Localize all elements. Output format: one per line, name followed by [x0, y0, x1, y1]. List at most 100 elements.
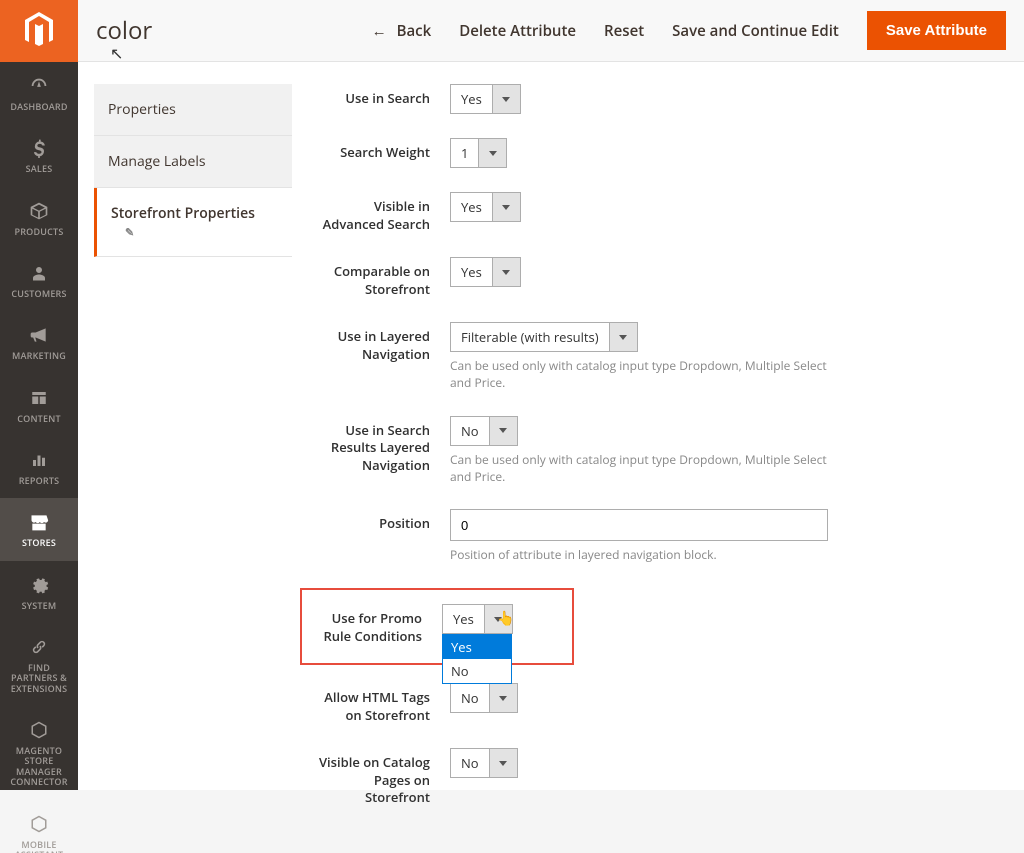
- nav-system[interactable]: SYSTEM: [0, 561, 78, 623]
- arrow-left-icon: ←: [372, 21, 387, 41]
- link-icon: [27, 635, 51, 659]
- select-value: No: [451, 749, 489, 777]
- dashboard-icon: [27, 74, 51, 98]
- field-label: Visible in Advanced Search: [310, 192, 450, 233]
- field-label: Visible on Catalog Pages on Storefront: [310, 748, 450, 807]
- field-label: Comparable on Storefront: [310, 257, 450, 298]
- nav-sales[interactable]: SALES: [0, 124, 78, 186]
- dropdown-toggle[interactable]: [492, 85, 520, 113]
- select-value: No: [451, 684, 489, 712]
- select-value: Yes: [451, 258, 492, 286]
- use-in-search-select[interactable]: Yes: [450, 84, 521, 114]
- tab-storefront-properties[interactable]: Storefront Properties ✎: [94, 188, 292, 257]
- nav-partners[interactable]: FIND PARTNERS & EXTENSIONS: [0, 623, 78, 706]
- dropdown-option-yes[interactable]: Yes: [443, 635, 511, 659]
- help-text: Can be used only with catalog input type…: [450, 358, 830, 392]
- nav-magento-connector[interactable]: MAGENTO STORE MANAGER CONNECTOR: [0, 706, 78, 799]
- dropdown-toggle[interactable]: [489, 417, 517, 445]
- search-layered-select[interactable]: No: [450, 416, 518, 446]
- select-value: Yes: [451, 85, 492, 113]
- nav-label: SALES: [26, 164, 53, 174]
- nav-label: STORES: [22, 538, 56, 548]
- bar-chart-icon: [27, 448, 51, 472]
- comparable-select[interactable]: Yes: [450, 257, 521, 287]
- nav-dashboard[interactable]: DASHBOARD: [0, 62, 78, 124]
- help-text: Can be used only with catalog input type…: [450, 452, 830, 486]
- field-label: Position: [310, 509, 450, 533]
- nav-products[interactable]: PRODUCTS: [0, 187, 78, 249]
- content-area: Properties Manage Labels Storefront Prop…: [78, 62, 1024, 853]
- back-button[interactable]: ← Back: [372, 21, 432, 41]
- tab-manage-labels[interactable]: Manage Labels: [94, 136, 292, 188]
- allow-html-select[interactable]: No: [450, 683, 518, 713]
- field-visible-advanced: Visible in Advanced Search Yes: [310, 192, 996, 233]
- nav-label: DASHBOARD: [10, 102, 67, 112]
- field-visible-catalog: Visible on Catalog Pages on Storefront N…: [310, 748, 996, 807]
- pencil-icon: ✎: [125, 225, 278, 240]
- promo-rule-highlight: Use for Promo Rule Conditions Yes 👆 Yes …: [300, 588, 574, 665]
- admin-sidebar: DASHBOARD SALES PRODUCTS CUSTOMERS MARKE…: [0, 0, 78, 790]
- header-actions: ← Back Delete Attribute Reset Save and C…: [372, 11, 1006, 50]
- store-icon: [27, 510, 51, 534]
- nav-label: CONTENT: [17, 414, 60, 424]
- select-value: Yes: [443, 605, 484, 633]
- select-value: Filterable (with results): [451, 323, 609, 351]
- box-icon: [27, 199, 51, 223]
- nav-label: REPORTS: [19, 476, 60, 486]
- magento-logo[interactable]: [0, 0, 78, 62]
- hexagon-icon: [27, 718, 51, 742]
- form-area: Use in Search Yes Search Weight 1: [310, 84, 1008, 831]
- delete-attribute-button[interactable]: Delete Attribute: [459, 21, 576, 41]
- field-label: Allow HTML Tags on Storefront: [310, 683, 450, 724]
- save-attribute-button[interactable]: Save Attribute: [867, 11, 1006, 50]
- megaphone-icon: [27, 323, 51, 347]
- reset-button[interactable]: Reset: [604, 21, 644, 41]
- nav-label: SYSTEM: [22, 601, 57, 611]
- layered-nav-select[interactable]: Filterable (with results): [450, 322, 638, 352]
- dropdown-toggle[interactable]: [492, 193, 520, 221]
- dropdown-toggle[interactable]: [492, 258, 520, 286]
- field-label: Use in Layered Navigation: [310, 322, 450, 363]
- field-search-weight: Search Weight 1: [310, 138, 996, 168]
- field-use-in-search: Use in Search Yes: [310, 84, 996, 114]
- field-comparable: Comparable on Storefront Yes: [310, 257, 996, 298]
- field-label: Search Weight: [310, 138, 450, 162]
- save-continue-button[interactable]: Save and Continue Edit: [672, 21, 839, 41]
- field-search-layered: Use in Search Results Layered Navigation…: [310, 416, 996, 486]
- nav-label: PRODUCTS: [15, 227, 64, 237]
- magento-logo-icon: [22, 12, 56, 50]
- nav-label: CUSTOMERS: [11, 289, 66, 299]
- dropdown-option-no[interactable]: No: [443, 659, 511, 683]
- nav-reports[interactable]: REPORTS: [0, 436, 78, 498]
- visible-catalog-select[interactable]: No: [450, 748, 518, 778]
- field-position: Position Position of attribute in layere…: [310, 509, 996, 564]
- select-value: Yes: [451, 193, 492, 221]
- tab-label: Storefront Properties: [111, 204, 255, 223]
- visible-advanced-select[interactable]: Yes: [450, 192, 521, 222]
- field-label: Use for Promo Rule Conditions: [312, 604, 442, 645]
- nav-marketing[interactable]: MARKETING: [0, 311, 78, 373]
- page-header: color ← Back Delete Attribute Reset Save…: [78, 0, 1024, 62]
- dropdown-toggle[interactable]: [484, 605, 512, 633]
- dropdown-toggle[interactable]: [609, 323, 637, 351]
- page-title: color: [96, 14, 152, 47]
- promo-rule-dropdown: Yes No: [442, 634, 512, 684]
- nav-label: MAGENTO STORE MANAGER CONNECTOR: [4, 746, 74, 787]
- dropdown-toggle[interactable]: [489, 749, 517, 777]
- nav-content[interactable]: CONTENT: [0, 374, 78, 436]
- help-text: Position of attribute in layered navigat…: [450, 547, 830, 564]
- tab-properties[interactable]: Properties: [94, 84, 292, 136]
- position-input[interactable]: [450, 509, 828, 541]
- field-allow-html: Allow HTML Tags on Storefront No: [310, 683, 996, 724]
- main-content: color ← Back Delete Attribute Reset Save…: [78, 0, 1024, 790]
- content-icon: [27, 386, 51, 410]
- select-value: No: [451, 417, 489, 445]
- dropdown-toggle[interactable]: [489, 684, 517, 712]
- dropdown-toggle[interactable]: [478, 139, 506, 167]
- gear-icon: [27, 573, 51, 597]
- nav-stores[interactable]: STORES: [0, 498, 78, 560]
- field-promo-rule: Use for Promo Rule Conditions Yes 👆 Yes …: [312, 604, 562, 645]
- promo-rule-select[interactable]: Yes 👆 Yes No: [442, 604, 513, 634]
- search-weight-select[interactable]: 1: [450, 138, 507, 168]
- nav-customers[interactable]: CUSTOMERS: [0, 249, 78, 311]
